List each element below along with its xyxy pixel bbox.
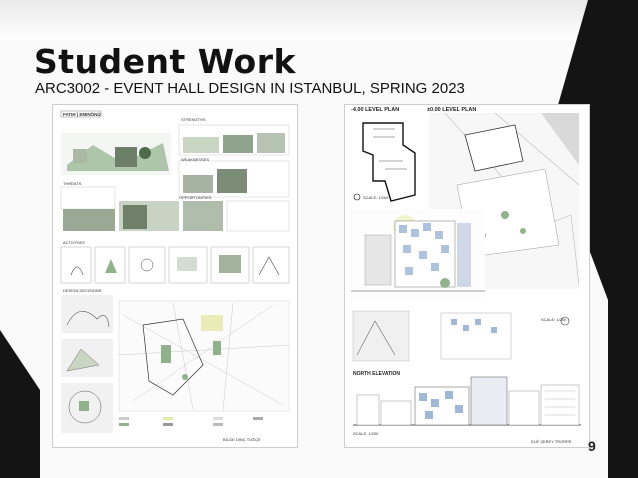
strengths-panel xyxy=(178,124,290,156)
grunge-top-band xyxy=(0,0,638,40)
slide-subtitle: ARC3002 - EVENT HALL DESIGN IN ISTANBUL,… xyxy=(35,80,465,97)
weaknesses-panel xyxy=(178,160,290,198)
board-left-credit: BILGE DİNÇ TUĞÇE xyxy=(223,437,261,442)
right-presentation-board: -4.00 LEVEL PLAN ±0.00 LEVEL PLAN SCALE:… xyxy=(344,104,590,448)
board-left-design-decisions: DESIGN DECISIONS xyxy=(63,288,102,293)
board-left-opportunities: OPPORTUNITIES xyxy=(179,195,212,200)
activities-row xyxy=(60,246,290,284)
board-left-header: FATIH | EMINÖNÜ xyxy=(63,112,101,117)
right-board-drawing xyxy=(351,112,581,426)
board-left-activities: ACTIVITIES xyxy=(63,240,85,245)
left-board-drawing xyxy=(60,110,290,433)
minus-four-level-plan xyxy=(353,122,416,202)
slide-title: Student Work xyxy=(34,42,296,81)
board-left-strengths: STRENGTHS xyxy=(181,117,206,122)
left-presentation-board: FATIH | EMINÖNÜ STRENGTHS WEAKNESSES THR… xyxy=(52,104,298,448)
board-right-credit: ELİF ZEREY TRORPE xyxy=(531,439,572,444)
north-elevation-drawing xyxy=(353,376,581,426)
urban-site-map xyxy=(118,300,290,412)
site-perspective-strip xyxy=(61,133,171,175)
scale-label-2: SCALE: 1/200 xyxy=(541,317,567,322)
scale-label-3: SCALE: 1/200 xyxy=(353,431,379,436)
plan-zero-label: ±0.00 LEVEL PLAN xyxy=(427,107,477,113)
design-decisions xyxy=(61,295,113,433)
north-elevation-label: NORTH ELEVATION xyxy=(353,371,401,377)
scale-label-1: SCALE: 1/200 xyxy=(363,195,389,200)
board-left-threats: THREATS xyxy=(63,181,82,186)
facade-perspective xyxy=(351,209,485,301)
plan-minus4-label: -4.00 LEVEL PLAN xyxy=(351,107,400,113)
board-left-weaknesses: WEAKNESSES xyxy=(181,157,210,162)
page-number: 9 xyxy=(588,438,596,454)
section-sketches xyxy=(352,310,570,362)
map-legend xyxy=(119,417,263,426)
